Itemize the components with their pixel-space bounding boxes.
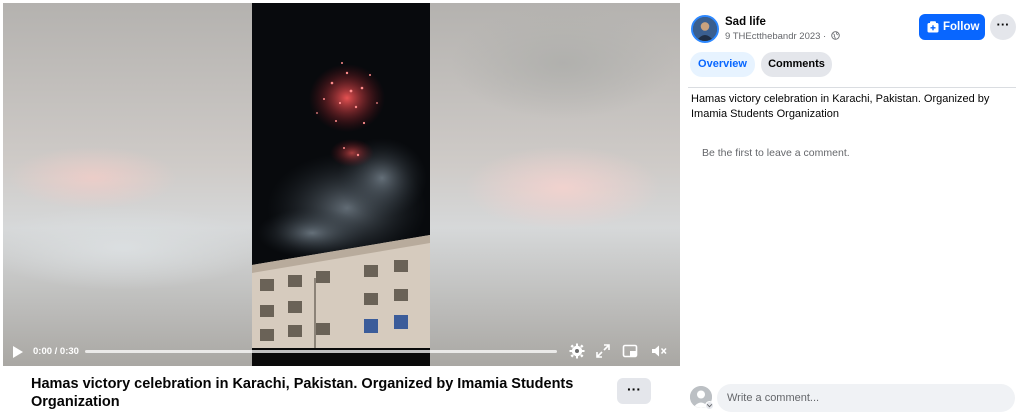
author-avatar[interactable] <box>691 15 719 43</box>
fullscreen-icon[interactable] <box>595 343 611 359</box>
video-player[interactable]: 0:00 / 0:30 <box>3 3 680 366</box>
tab-comments[interactable]: Comments <box>761 52 832 77</box>
video-progress-bar[interactable] <box>85 350 557 353</box>
volume-muted-icon[interactable] <box>651 343 667 359</box>
gear-icon[interactable] <box>569 343 585 359</box>
play-icon[interactable] <box>12 345 24 359</box>
no-comments-message: Be the first to leave a comment. <box>702 147 850 159</box>
video-frame[interactable] <box>252 3 430 366</box>
tab-overview[interactable]: Overview <box>690 52 755 77</box>
video-time: 0:00 / 0:30 <box>33 346 79 357</box>
more-options-button[interactable]: ··· <box>990 14 1016 40</box>
globe-icon <box>831 31 840 40</box>
post-description: Hamas victory celebration in Karachi, Pa… <box>691 93 990 120</box>
title-more-options-button[interactable]: ··· <box>617 378 651 404</box>
video-title: Hamas victory celebration in Karachi, Pa… <box>31 376 574 410</box>
follow-button-label: Follow <box>943 21 980 33</box>
video-controls-bar: 0:00 / 0:30 <box>3 336 680 366</box>
follow-button[interactable]: Follow <box>919 14 985 40</box>
author-name[interactable]: Sad life <box>725 16 766 28</box>
follow-page-icon <box>927 21 939 33</box>
post-meta: 9 THEctthebandr 2023 · <box>725 31 840 42</box>
comment-input[interactable] <box>717 384 1015 412</box>
panel-divider <box>688 87 1016 88</box>
fireworks-video-image <box>252 3 430 366</box>
chevron-down-icon[interactable] <box>705 401 714 410</box>
picture-in-picture-icon[interactable] <box>622 343 638 359</box>
video-post-page: 0:00 / 0:30 Hamas victory celebration in… <box>0 0 1024 416</box>
post-date: 9 THEctthebandr 2023 · <box>725 31 827 42</box>
